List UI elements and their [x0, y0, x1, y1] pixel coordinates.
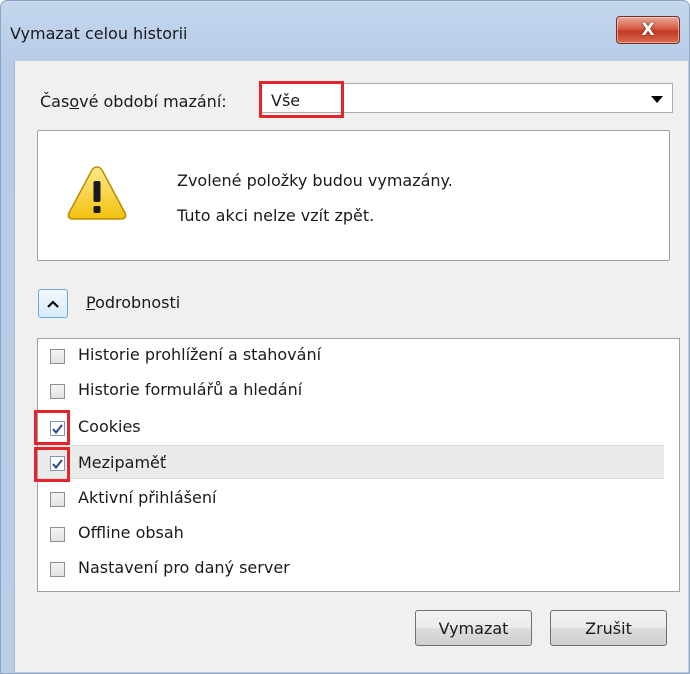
list-item[interactable]: Offline obsah — [38, 516, 664, 550]
chevron-up-icon — [47, 299, 59, 308]
highlight-box-cache — [34, 447, 70, 482]
list-item-label: Offline obsah — [78, 523, 184, 542]
list-item-label: Cookies — [78, 417, 141, 436]
clear-button[interactable]: Vymazat — [415, 610, 532, 646]
period-label: Časové období mazání: — [40, 92, 227, 111]
warning-icon — [67, 166, 127, 220]
highlight-box-period — [259, 81, 344, 118]
checkbox[interactable] — [50, 384, 65, 399]
list-item[interactable]: Historie prohlížení a stahování — [38, 339, 664, 373]
highlight-box-cookies — [34, 410, 70, 445]
details-label[interactable]: Podrobnosti — [86, 293, 180, 312]
list-item-label: Historie prohlížení a stahování — [78, 345, 322, 364]
list-item-label: Historie formulářů a hledání — [78, 380, 303, 399]
warning-text-line2: Tuto akci nelze vzít zpět. — [177, 206, 375, 225]
dropdown-arrow-icon[interactable] — [651, 96, 663, 103]
checkbox[interactable] — [50, 562, 65, 577]
list-item[interactable]: Cookies — [38, 410, 664, 444]
list-item[interactable]: Aktivní přihlášení — [38, 481, 664, 515]
list-item-label: Nastavení pro daný server — [78, 558, 290, 577]
cancel-button[interactable]: Zrušit — [550, 610, 667, 646]
checkbox[interactable] — [50, 349, 65, 364]
list-item[interactable]: Nastavení pro daný server — [38, 552, 664, 586]
window-title: Vymazat celou historii — [10, 24, 188, 43]
checkbox[interactable] — [50, 492, 65, 507]
warning-panel — [37, 130, 670, 261]
list-item-label: Mezipaměť — [78, 453, 167, 472]
checkbox[interactable] — [50, 527, 65, 542]
close-icon: X — [641, 20, 655, 40]
list-item[interactable]: Mezipaměť — [38, 445, 664, 479]
list-item-label: Aktivní přihlášení — [78, 488, 217, 507]
warning-text-line1: Zvolené položky budou vymazány. — [177, 171, 453, 190]
list-item[interactable]: Historie formulářů a hledání — [38, 374, 664, 408]
details-toggle-button[interactable] — [38, 289, 68, 318]
close-button[interactable]: X — [616, 16, 680, 44]
